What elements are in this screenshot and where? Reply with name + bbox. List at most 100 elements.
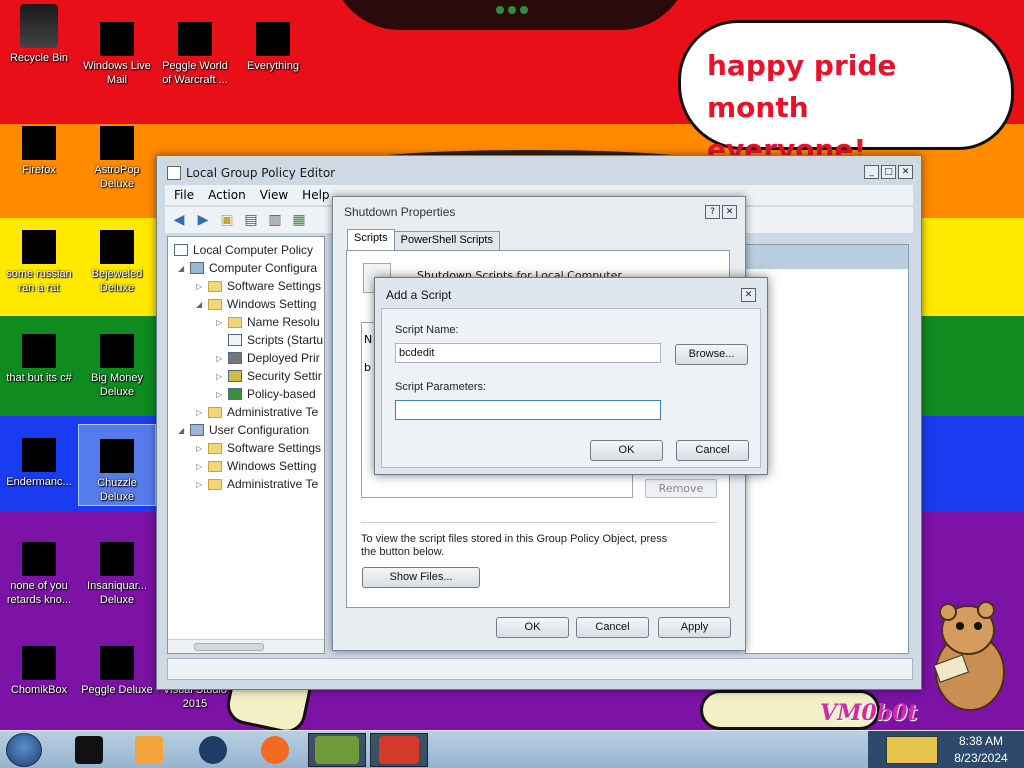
tree-node[interactable]: ▷ Windows Setting [196,457,316,475]
tree-node[interactable]: ◢ Computer Configura [178,259,317,277]
desktop-icon-label: that but its c# [6,372,72,384]
close-button[interactable]: ✕ [741,288,756,302]
export-list-icon[interactable]: ▦ [289,210,309,230]
menu-action[interactable]: Action [208,188,246,202]
minimize-button[interactable]: _ [864,165,879,179]
desktop-icon-chuzzle[interactable]: Chuzzle Deluxe [78,424,156,506]
apply-button[interactable]: Apply [658,617,731,638]
taskbar-toolbox[interactable] [370,733,428,767]
desktop-icon-windows-live-mail[interactable]: Windows Live Mail [78,22,156,87]
expand-arrow-icon[interactable]: ▷ [196,444,206,453]
properties-icon[interactable]: ▥ [265,210,285,230]
menu-file[interactable]: File [174,188,194,202]
show-tree-icon[interactable]: ▤ [241,210,261,230]
printer-icon [228,352,242,364]
recycle-bin-icon [20,4,58,48]
list-item[interactable]: b [364,361,371,374]
tree-node[interactable]: ◢ Windows Setting [196,295,316,313]
horizontal-scrollbar[interactable] [168,639,324,653]
forward-arrow-icon[interactable]: ▶ [193,210,213,230]
taskbar-media-player[interactable] [120,733,178,767]
tree-node[interactable]: ▷ Policy-based [216,385,316,403]
tree-node[interactable]: ▷ Administrative Te [196,403,318,421]
expand-arrow-icon[interactable]: ▷ [216,372,226,381]
script-name-input[interactable]: bcdedit [395,343,661,363]
desktop-icon-that-but-csharp[interactable]: that but its c# [0,334,78,385]
desktop-icon-none-of-you[interactable]: none of you retards kno... [0,542,78,607]
desktop-icon-label: Big Money Deluxe [91,372,143,398]
taskbar-firefox[interactable] [246,733,304,767]
expand-arrow-icon[interactable]: ▷ [196,408,206,417]
clock-date[interactable]: 8/23/2024 [938,751,1024,765]
expand-arrow-icon[interactable]: ▷ [196,282,206,291]
tree-node[interactable]: ▷ Security Settir [216,367,322,385]
taskbar-browser[interactable] [184,733,242,767]
taskbar-chomikbox[interactable] [308,733,366,767]
collapse-arrow-icon[interactable]: ◢ [178,426,188,435]
game-icon [100,542,134,576]
desktop-icon-everything[interactable]: Everything [234,22,312,73]
script-parameters-label: Script Parameters: [395,381,487,393]
game-icon [100,439,134,473]
taskbar-terminal[interactable] [60,733,118,767]
tree-node[interactable]: Local Computer Policy [172,241,313,259]
tree-node[interactable]: ▷ Software Settings [196,277,321,295]
firefox-icon [22,126,56,160]
tree-node[interactable]: Scripts (Startu [226,331,323,349]
script-parameters-input[interactable] [395,400,661,420]
cancel-button[interactable]: Cancel [676,440,749,461]
network-icon[interactable] [886,736,938,764]
show-files-button[interactable]: Show Files... [362,567,480,588]
back-arrow-icon[interactable]: ◀ [169,210,189,230]
desktop-icon-bejeweled[interactable]: Bejeweled Deluxe [78,230,156,295]
tree-node[interactable]: ▷ Administrative Te [196,475,318,493]
desktop-icon-firefox[interactable]: Firefox [0,126,78,177]
desktop-icon-russian-rat[interactable]: some russian ran a rat [0,230,78,295]
menu-help[interactable]: Help [302,188,329,202]
tree-node[interactable]: ▷ Software Settings [196,439,321,457]
cancel-button[interactable]: Cancel [576,617,649,638]
desktop-icon-label: Firefox [22,164,56,176]
desktop-icon-insaniquarium[interactable]: Insaniquar... Deluxe [78,542,156,607]
bar-chart-icon [228,388,242,400]
desktop-icon-chomikbox[interactable]: ChomikBox [0,646,78,697]
expand-arrow-icon[interactable]: ▷ [216,354,226,363]
collapse-arrow-icon[interactable]: ◢ [196,300,206,309]
desktop-icon-label: Insaniquar... Deluxe [87,580,147,606]
desktop-icon-peggle-wow[interactable]: Peggle World of Warcraft ... [156,22,234,87]
ok-button[interactable]: OK [496,617,569,638]
expand-arrow-icon[interactable]: ▷ [196,462,206,471]
tree-node[interactable]: ◢ User Configuration [178,421,309,439]
remove-button[interactable]: Remove [645,479,717,498]
tree-node-label: Deployed Prir [247,351,320,365]
clock-time[interactable]: 8:38 AM [938,734,1024,748]
desktop-icon-endermanc[interactable]: Endermanc... [0,438,78,489]
menu-view[interactable]: View [260,188,288,202]
window-titlebar[interactable]: Local Group Policy Editor [167,164,335,182]
desktop-icon-recycle-bin[interactable]: Recycle Bin [0,4,78,65]
desktop-icon-big-money[interactable]: Big Money Deluxe [78,334,156,399]
ok-button[interactable]: OK [590,440,663,461]
close-button[interactable]: ✕ [722,205,737,219]
desktop-icon-label: Endermanc... [6,476,72,488]
status-bar [167,658,913,680]
app-icon [22,230,56,264]
close-button[interactable]: ✕ [898,165,913,179]
tab-scripts[interactable]: Scripts [347,229,395,250]
tree-node[interactable]: ▷ Deployed Prir [216,349,320,367]
expand-arrow-icon[interactable]: ▷ [196,480,206,489]
maximize-button[interactable]: □ [881,165,896,179]
help-button[interactable]: ? [705,205,720,219]
collapse-arrow-icon[interactable]: ◢ [178,264,188,273]
up-folder-icon[interactable]: ▣ [217,210,237,230]
browse-button[interactable]: Browse... [675,344,748,365]
desktop-icon-peggle-deluxe[interactable]: Peggle Deluxe [78,646,156,697]
start-button[interactable] [6,733,42,767]
expand-arrow-icon[interactable]: ▷ [216,318,226,327]
expand-arrow-icon[interactable]: ▷ [216,390,226,399]
scrollbar-thumb[interactable] [194,643,264,651]
desktop-icon-astropop[interactable]: AstroPop Deluxe [78,126,156,191]
tree-node[interactable]: ▷ Name Resolu [216,313,320,331]
tab-powershell-scripts[interactable]: PowerShell Scripts [393,231,500,250]
system-tray: 8:38 AM 8/23/2024 [868,731,1024,768]
